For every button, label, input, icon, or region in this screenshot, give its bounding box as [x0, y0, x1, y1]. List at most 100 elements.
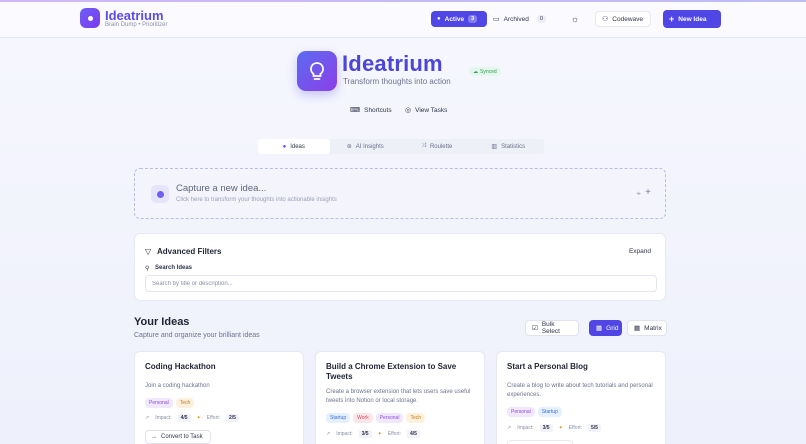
ideas-subtitle: Capture and organize your brilliant idea…: [134, 332, 260, 339]
arrow-right-icon: →: [151, 434, 157, 440]
impact-value: 3/5: [358, 430, 372, 438]
impact-label: Impact:: [155, 415, 172, 421]
idea-card[interactable]: Coding Hackathon Join a coding hackathon…: [134, 351, 304, 444]
card-title: Coding Hackathon: [145, 362, 216, 371]
idea-card[interactable]: Start a Personal Blog Create a blog to w…: [496, 351, 666, 444]
tag-badge[interactable]: Startup: [537, 407, 562, 417]
active-filter-button[interactable]: ● Active 3: [431, 11, 487, 27]
shortcuts-label: Shortcuts: [364, 106, 392, 114]
tag-badge[interactable]: Personal: [507, 407, 535, 417]
brain-icon: ⊛: [346, 144, 352, 150]
effort-label: Effort:: [206, 415, 221, 421]
circle-icon: ●: [437, 16, 441, 22]
search-input[interactable]: [145, 275, 657, 292]
keyboard-icon: ⌨: [350, 107, 361, 114]
convert-label: Convert to Task: [161, 434, 203, 440]
new-idea-button[interactable]: + New Idea: [663, 10, 721, 28]
shuffle-icon: ⤨: [421, 143, 426, 149]
convert-to-task-button[interactable]: → Convert to Task: [145, 430, 211, 444]
tab-statistics-label: Statistics: [501, 143, 526, 150]
active-label: Active: [444, 15, 465, 23]
card-metrics: ↗ Impact: 3/5 ✦ Effort: 5/5: [507, 424, 601, 432]
view-tasks-label: View Tasks: [415, 106, 448, 114]
active-count-badge: 3: [468, 15, 478, 23]
effort-icon: ✦: [196, 415, 201, 421]
app-logo-icon[interactable]: [80, 8, 100, 28]
card-description: Create a blog to write about tech tutori…: [507, 383, 653, 398]
capture-idea-box[interactable]: Capture a new idea... Click here to tran…: [134, 168, 666, 219]
card-description: Create a browser extension that lets use…: [326, 389, 471, 404]
impact-icon: ↗: [326, 431, 331, 437]
hero-subtitle: Transform thoughts into action: [343, 77, 451, 86]
capture-subtitle: Click here to transform your thoughts in…: [176, 197, 337, 203]
new-idea-label: New Idea: [678, 15, 707, 23]
tag-badge[interactable]: Tech: [406, 413, 425, 423]
impact-value: 3/5: [539, 424, 553, 432]
plus-icon: +: [669, 14, 675, 24]
bulk-select-button[interactable]: ☑ Bulk Select: [525, 320, 579, 336]
archived-count-badge: 0: [536, 15, 546, 23]
expand-filters-button[interactable]: Expand: [629, 248, 651, 255]
grid-view-button[interactable]: ▦ Grid: [589, 320, 622, 336]
user-menu-button[interactable]: ⚇ Codewave: [595, 11, 651, 27]
effort-value: 2/5: [226, 414, 239, 422]
checkbox-icon: ☑: [532, 325, 538, 332]
synced-label: Synced: [480, 68, 497, 75]
card-tags: Startup Work Personal Tech: [326, 413, 425, 423]
app-name: Ideatrium: [105, 8, 164, 23]
tag-badge[interactable]: Tech: [175, 398, 195, 408]
tab-ai-insights[interactable]: ⊛ AI Insights: [330, 139, 402, 154]
idea-card[interactable]: Build a Chrome Extension to Save Tweets …: [315, 351, 485, 444]
top-bar: Ideatrium Brain Dump • Prioritizer ● Act…: [0, 0, 806, 38]
tag-badge[interactable]: Personal: [145, 398, 173, 408]
tab-ideas[interactable]: ● Ideas: [258, 139, 330, 154]
card-description: Join a coding hackathon: [145, 383, 210, 389]
archived-filter-button[interactable]: ▭ Archived 0: [487, 11, 551, 27]
target-icon: ◎: [405, 107, 412, 114]
effort-label: Effort:: [387, 431, 402, 437]
filters-title: Advanced Filters: [157, 247, 222, 256]
tab-roulette-label: Roulette: [429, 143, 453, 150]
search-icon: ⚲: [145, 266, 150, 272]
filter-icon: ▽: [145, 247, 152, 256]
tab-roulette[interactable]: ⤨ Roulette: [401, 139, 473, 154]
impact-icon: ↗: [145, 415, 150, 421]
card-title: Build a Chrome Extension to Save Tweets: [326, 362, 457, 381]
shortcuts-button[interactable]: ⌨ Shortcuts: [350, 103, 392, 117]
plus-icon[interactable]: +: [645, 187, 651, 198]
effort-icon: ✦: [558, 425, 563, 431]
user-name: Codewave: [612, 15, 643, 23]
impact-value: 4/5: [177, 414, 191, 422]
card-metrics: ↗ Impact: 3/5 ✦ Effort: 4/5: [326, 430, 420, 438]
impact-icon: ↗: [507, 425, 512, 431]
card-metrics: ↗ Impact: 4/5 ✦ Effort: 2/5: [145, 414, 239, 422]
matrix-label: Matrix: [644, 324, 662, 332]
tab-ideas-label: Ideas: [290, 143, 305, 150]
tag-icon: ⌖: [636, 189, 641, 198]
theme-toggle-button[interactable]: ☼: [565, 11, 585, 27]
archived-label: Archived: [503, 15, 529, 23]
grid-label: Grid: [606, 324, 619, 332]
archive-icon: ▭: [493, 16, 500, 23]
matrix-view-button[interactable]: ▦ Matrix: [627, 320, 667, 336]
chart-icon: ▥: [491, 144, 498, 150]
tag-badge[interactable]: Work: [353, 413, 373, 423]
synced-badge: ☁ Synced: [469, 67, 501, 76]
tag-badge[interactable]: Startup: [326, 413, 351, 423]
search-label: Search Ideas: [155, 265, 193, 271]
matrix-icon: ▦: [634, 325, 641, 332]
card-tags: Personal Startup: [507, 407, 562, 417]
impact-label: Impact:: [517, 425, 534, 431]
user-icon: ⚇: [602, 16, 609, 23]
tag-badge[interactable]: Personal: [375, 413, 404, 423]
effort-label: Effort:: [568, 425, 583, 431]
view-tasks-button[interactable]: ◎ View Tasks: [405, 103, 447, 117]
effort-value: 5/5: [588, 424, 601, 432]
effort-value: 4/5: [407, 430, 420, 438]
app-subtitle: Brain Dump • Prioritizer: [105, 22, 168, 28]
card-action-button[interactable]: [507, 440, 573, 444]
bulb-icon: ●: [282, 143, 287, 150]
ideas-title: Your Ideas: [134, 316, 190, 328]
tab-statistics[interactable]: ▥ Statistics: [473, 139, 545, 154]
cloud-icon: ☁: [473, 68, 478, 75]
